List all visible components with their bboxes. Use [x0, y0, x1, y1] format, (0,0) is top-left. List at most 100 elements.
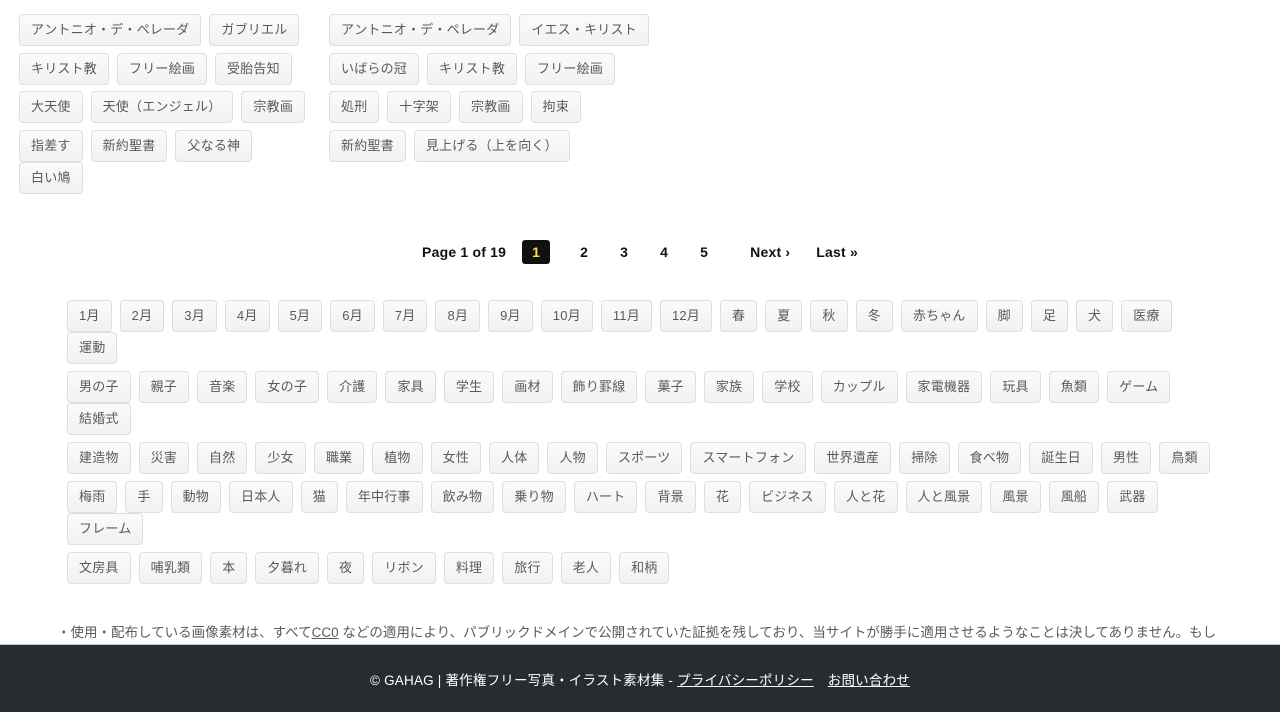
category-tag-item[interactable]: 音楽 [197, 371, 248, 403]
related-tag-item[interactable]: アントニオ・デ・ペレーダ [19, 14, 202, 46]
category-tag-item[interactable]: 世界遺産 [814, 442, 892, 474]
related-tag-item[interactable]: いばらの冠 [329, 52, 420, 85]
related-tag-item[interactable]: フリー絵画 [525, 52, 616, 85]
related-tag-item[interactable]: イエス・キリスト [519, 14, 649, 46]
category-tag-item[interactable]: フレーム [67, 513, 144, 545]
category-tag-item[interactable]: 画材 [502, 371, 553, 403]
category-tag-item[interactable]: 武器 [1107, 481, 1158, 513]
category-tag-item[interactable]: 3月 [172, 300, 217, 332]
category-tag-item[interactable]: 植物 [372, 442, 423, 474]
category-tag-item[interactable]: 脚 [985, 300, 1023, 332]
category-tag-item[interactable]: 医療 [1121, 300, 1172, 332]
category-tag-item[interactable]: 食べ物 [957, 442, 1022, 474]
category-tag-item[interactable]: 文房具 [67, 552, 131, 584]
related-tag-item[interactable]: 見上げる（上を向く） [413, 129, 570, 162]
category-tag-item[interactable]: 菓子 [645, 371, 696, 403]
category-tag-item[interactable]: 老人 [560, 552, 612, 584]
related-tag-item[interactable]: 天使（エンジェル） [90, 91, 234, 123]
category-tag-item[interactable]: 哺乳類 [138, 552, 203, 584]
privacy-policy-link[interactable]: プライバシーポリシー [677, 669, 814, 689]
category-tag-item[interactable]: 赤ちゃん [900, 300, 978, 332]
related-tag-item[interactable]: 受胎告知 [215, 52, 292, 85]
category-tag-item[interactable]: 手 [125, 481, 163, 513]
category-tag-item[interactable]: 動物 [170, 481, 222, 513]
related-tag-item[interactable]: ガブリエル [209, 14, 300, 46]
related-tag-item[interactable]: 新約聖書 [90, 129, 168, 162]
category-tag-item[interactable]: 10月 [540, 300, 593, 332]
pagination-page-2[interactable]: 2 [578, 244, 590, 260]
pagination-current-page[interactable]: 1 [522, 240, 551, 264]
category-tag-item[interactable]: 6月 [330, 300, 375, 332]
pagination-next-button[interactable]: Next › [750, 244, 790, 260]
related-tag-item[interactable]: 新約聖書 [329, 129, 406, 162]
category-tag-item[interactable]: スマートフォン [690, 442, 807, 474]
category-tag-item[interactable]: 5月 [277, 300, 323, 332]
related-tag-item[interactable]: フリー絵画 [117, 52, 208, 85]
category-tag-item[interactable]: 人と花 [833, 481, 898, 513]
category-tag-item[interactable]: リボン [372, 552, 436, 584]
category-tag-item[interactable]: 8月 [435, 300, 481, 332]
category-tag-item[interactable]: 人体 [489, 442, 540, 474]
category-tag-item[interactable]: 女の子 [255, 371, 320, 403]
category-tag-item[interactable]: 親子 [138, 371, 190, 403]
category-tag-item[interactable]: 夏 [765, 300, 803, 332]
related-tag-item[interactable]: 宗教画 [459, 91, 523, 123]
related-tag-item[interactable]: 処刑 [329, 91, 380, 123]
related-tag-item[interactable]: キリスト教 [19, 52, 110, 85]
category-tag-item[interactable]: 飲み物 [430, 481, 495, 513]
category-tag-item[interactable]: 結婚式 [67, 403, 131, 435]
category-tag-item[interactable]: 梅雨 [67, 481, 118, 513]
related-tag-item[interactable]: 宗教画 [241, 91, 306, 123]
category-tag-item[interactable]: 猫 [300, 481, 338, 513]
related-tag-item[interactable]: 十字架 [387, 91, 452, 123]
category-tag-item[interactable]: 男の子 [67, 371, 131, 403]
category-tag-item[interactable]: 家族 [703, 371, 755, 403]
related-tag-item[interactable]: 白い鳩 [19, 161, 83, 194]
category-tag-item[interactable]: 災害 [138, 442, 190, 474]
category-tag-item[interactable]: 少女 [255, 442, 306, 474]
category-tag-item[interactable]: 人と風景 [905, 481, 983, 513]
category-tag-item[interactable]: 年中行事 [345, 481, 423, 513]
category-tag-item[interactable]: 本 [210, 552, 248, 584]
contact-link[interactable]: お問い合わせ [828, 669, 910, 689]
pagination-page-4[interactable]: 4 [658, 244, 670, 260]
category-tag-item[interactable]: 11月 [600, 300, 652, 332]
category-tag-item[interactable]: 男性 [1100, 442, 1152, 474]
category-tag-item[interactable]: ビジネス [749, 481, 826, 513]
category-tag-item[interactable]: 鳥類 [1159, 442, 1210, 474]
category-tag-item[interactable]: 飾り罫線 [560, 371, 638, 403]
category-tag-item[interactable]: 2月 [119, 300, 165, 332]
category-tag-item[interactable]: 春 [720, 300, 758, 332]
category-tag-item[interactable]: 1月 [67, 300, 112, 332]
related-tag-item[interactable]: 父なる神 [175, 129, 253, 162]
category-tag-item[interactable]: 家具 [385, 371, 436, 403]
category-tag-item[interactable]: 魚類 [1048, 371, 1100, 403]
category-tag-item[interactable]: 介護 [327, 371, 378, 403]
category-tag-item[interactable]: 7月 [382, 300, 428, 332]
category-tag-item[interactable]: 背景 [645, 481, 696, 513]
related-tag-item[interactable]: 拘束 [530, 91, 582, 123]
category-tag-item[interactable]: 犬 [1076, 300, 1114, 332]
category-tag-item[interactable]: 自然 [197, 442, 248, 474]
category-tag-item[interactable]: 家電機器 [905, 371, 983, 403]
related-tag-item[interactable]: アントニオ・デ・ペレーダ [329, 14, 512, 46]
category-tag-item[interactable]: 女性 [430, 442, 482, 474]
category-tag-item[interactable]: 足 [1030, 300, 1069, 332]
pagination-page-5[interactable]: 5 [698, 244, 710, 260]
category-tag-item[interactable]: 職業 [313, 442, 365, 474]
category-tag-item[interactable]: 夕暮れ [255, 552, 320, 584]
category-tag-item[interactable]: 旅行 [502, 552, 553, 584]
category-tag-item[interactable]: ハート [573, 481, 638, 513]
category-tag-item[interactable]: 夜 [327, 552, 365, 584]
category-tag-item[interactable]: 学生 [443, 371, 495, 403]
category-tag-item[interactable]: 日本人 [229, 481, 293, 513]
category-tag-item[interactable]: 乗り物 [502, 481, 566, 513]
category-tag-item[interactable]: 誕生日 [1029, 442, 1093, 474]
category-tag-item[interactable]: 玩具 [990, 371, 1041, 403]
category-tag-item[interactable]: 和柄 [619, 552, 670, 584]
pagination-last-button[interactable]: Last » [816, 244, 858, 260]
category-tag-item[interactable]: 建造物 [67, 442, 131, 474]
related-tag-item[interactable]: 大天使 [19, 91, 83, 123]
related-tag-item[interactable]: キリスト教 [427, 52, 518, 85]
category-tag-item[interactable]: 花 [703, 481, 742, 513]
